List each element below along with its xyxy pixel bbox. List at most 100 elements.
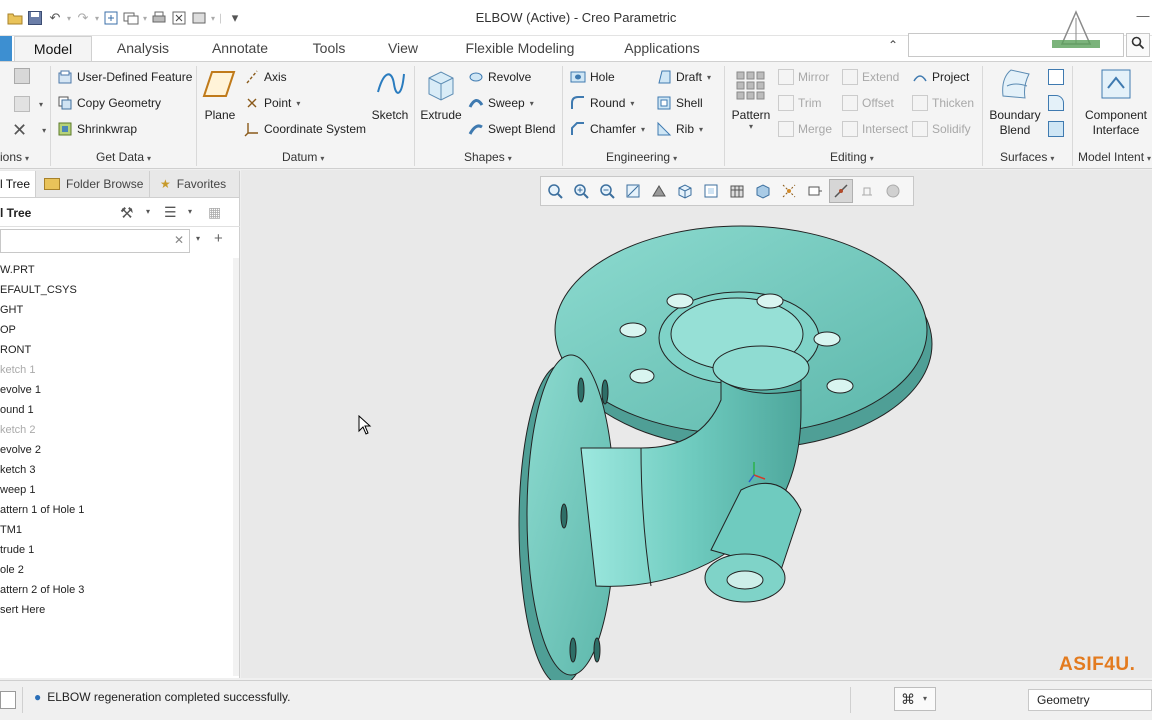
tab-applications[interactable]: Applications	[608, 36, 716, 61]
tree-search-input[interactable]	[0, 229, 190, 253]
spin-center-icon[interactable]	[829, 179, 853, 203]
hole-button[interactable]: Hole	[570, 67, 615, 87]
elbow-model[interactable]	[501, 220, 1001, 680]
section-icon[interactable]	[751, 179, 775, 203]
intersect-button[interactable]: Intersect	[842, 119, 908, 139]
offset-button[interactable]: Offset	[842, 93, 894, 113]
round-button[interactable]: Round ▾	[570, 93, 634, 113]
display-style-icon[interactable]	[647, 179, 671, 203]
tab-annotate[interactable]: Annotate	[200, 36, 280, 61]
swept-blend-button[interactable]: Swept Blend	[468, 119, 555, 139]
solidify-button[interactable]: Solidify	[912, 119, 971, 139]
file-tab[interactable]	[0, 36, 12, 61]
extrude-button[interactable]: Extrude	[420, 66, 462, 122]
show-dropdown-icon[interactable]: ▾	[188, 207, 192, 216]
tree-item[interactable]: attern 2 of Hole 3	[0, 580, 236, 600]
tree-item[interactable]: attern 1 of Hole 1	[0, 500, 236, 520]
perspective-icon[interactable]	[725, 179, 749, 203]
add-icon[interactable]: +	[214, 230, 223, 247]
user-defined-feature-button[interactable]: User-Defined Feature	[57, 67, 192, 87]
pattern-button[interactable]: Pattern ▾	[730, 66, 772, 131]
find-button[interactable]: ⌘ ▾	[894, 687, 936, 711]
tree-scrollbar[interactable]	[233, 258, 239, 676]
point-button[interactable]: Point ▾	[244, 93, 300, 113]
chamfer-button[interactable]: Chamfer ▾	[570, 119, 645, 139]
plane-button[interactable]: Plane	[202, 66, 238, 122]
tree-item[interactable]: sert Here	[0, 600, 236, 620]
record-icon[interactable]	[881, 179, 905, 203]
group-label-editing[interactable]: Editing ▾	[830, 150, 874, 164]
delete-button[interactable]: ✕ ▾	[12, 120, 46, 140]
shrinkwrap-button[interactable]: Shrinkwrap	[57, 119, 137, 139]
group-label-shapes[interactable]: Shapes ▾	[464, 150, 512, 164]
tab-folder-browser[interactable]: Folder Browse	[38, 171, 150, 197]
tree-item[interactable]: ole 2	[0, 560, 236, 580]
draft-button[interactable]: Draft ▾	[656, 67, 711, 87]
tree-item[interactable]: trude 1	[0, 540, 236, 560]
tree-item[interactable]: EFAULT_CSYS	[0, 280, 236, 300]
tree-item[interactable]: ketch 2	[0, 420, 236, 440]
rib-button[interactable]: Rib ▾	[656, 119, 703, 139]
tab-analysis[interactable]: Analysis	[104, 36, 182, 61]
merge-button[interactable]: Merge	[778, 119, 832, 139]
mirror-button[interactable]: Mirror	[778, 67, 829, 87]
group-label-get-data[interactable]: Get Data ▾	[96, 150, 151, 164]
tab-tools[interactable]: Tools	[300, 36, 358, 61]
annotation-display-icon[interactable]	[803, 179, 827, 203]
tree-item[interactable]: GHT	[0, 300, 236, 320]
tree-item[interactable]: ketch 3	[0, 460, 236, 480]
tree-item[interactable]: TM1	[0, 520, 236, 540]
style-icon[interactable]	[1048, 93, 1068, 113]
revolve-button[interactable]: Revolve	[468, 67, 531, 87]
freestyle-icon[interactable]	[1048, 119, 1068, 139]
sketch-button[interactable]: Sketch	[370, 66, 410, 122]
tree-item[interactable]: weep 1	[0, 480, 236, 500]
shell-button[interactable]: Shell	[656, 93, 703, 113]
tree-item[interactable]: RONT	[0, 340, 236, 360]
tree-item[interactable]: OP	[0, 320, 236, 340]
datum-display-icon[interactable]	[777, 179, 801, 203]
copy-icon[interactable]	[14, 66, 34, 86]
group-label-datum[interactable]: Datum ▾	[282, 150, 324, 164]
settings-icon[interactable]: ⚒	[120, 204, 133, 222]
component-interface-button[interactable]: Component Interface	[1080, 66, 1152, 138]
tree-item[interactable]: ound 1	[0, 400, 236, 420]
paste-button[interactable]: ▾	[14, 94, 43, 114]
group-label-model-intent[interactable]: Model Intent ▾	[1078, 150, 1151, 164]
tab-flexible-modeling[interactable]: Flexible Modeling	[450, 36, 590, 61]
filter-dropdown-icon[interactable]: ▾	[196, 234, 200, 243]
zoom-in-icon[interactable]	[569, 179, 593, 203]
fill-icon[interactable]	[1048, 67, 1068, 87]
graphics-window[interactable]: ASIF4U.	[241, 170, 1152, 680]
clear-icon[interactable]: ✕	[174, 233, 184, 247]
selection-filter-select[interactable]: Geometry	[1028, 689, 1152, 711]
tab-favorites[interactable]: ★ Favorites	[152, 171, 240, 197]
copy-geometry-button[interactable]: Copy Geometry	[57, 93, 161, 113]
group-label-operations[interactable]: ions ▾	[0, 150, 29, 164]
repaint-icon[interactable]	[621, 179, 645, 203]
toggle-navigator-icon[interactable]	[0, 691, 16, 709]
tree-item[interactable]: evolve 2	[0, 440, 236, 460]
minimize-icon[interactable]: —	[1134, 8, 1152, 26]
tree-item[interactable]: W.PRT	[0, 260, 236, 280]
tree-item[interactable]: evolve 1	[0, 380, 236, 400]
zoom-out-icon[interactable]	[595, 179, 619, 203]
minimize-ribbon-icon[interactable]: ⌃	[888, 38, 898, 52]
saved-orientations-icon[interactable]	[673, 179, 697, 203]
sweep-button[interactable]: Sweep ▾	[468, 93, 534, 113]
coordinate-system-button[interactable]: Coordinate System	[244, 119, 366, 139]
trim-button[interactable]: Trim	[778, 93, 822, 113]
refit-icon[interactable]	[543, 179, 567, 203]
thicken-button[interactable]: Thicken	[912, 93, 974, 113]
extend-button[interactable]: Extend	[842, 67, 899, 87]
model-display-icon[interactable]	[855, 179, 879, 203]
tab-model[interactable]: Model	[14, 36, 92, 61]
view-manager-icon[interactable]	[699, 179, 723, 203]
tab-view[interactable]: View	[376, 36, 430, 61]
tree-columns-icon[interactable]: ▦	[208, 204, 221, 221]
search-icon[interactable]	[1126, 33, 1150, 57]
axis-button[interactable]: Axis	[244, 67, 287, 87]
show-icon[interactable]: ☰	[164, 204, 177, 221]
tab-model-tree[interactable]: l Tree	[0, 171, 36, 197]
tree-item[interactable]: ketch 1	[0, 360, 236, 380]
